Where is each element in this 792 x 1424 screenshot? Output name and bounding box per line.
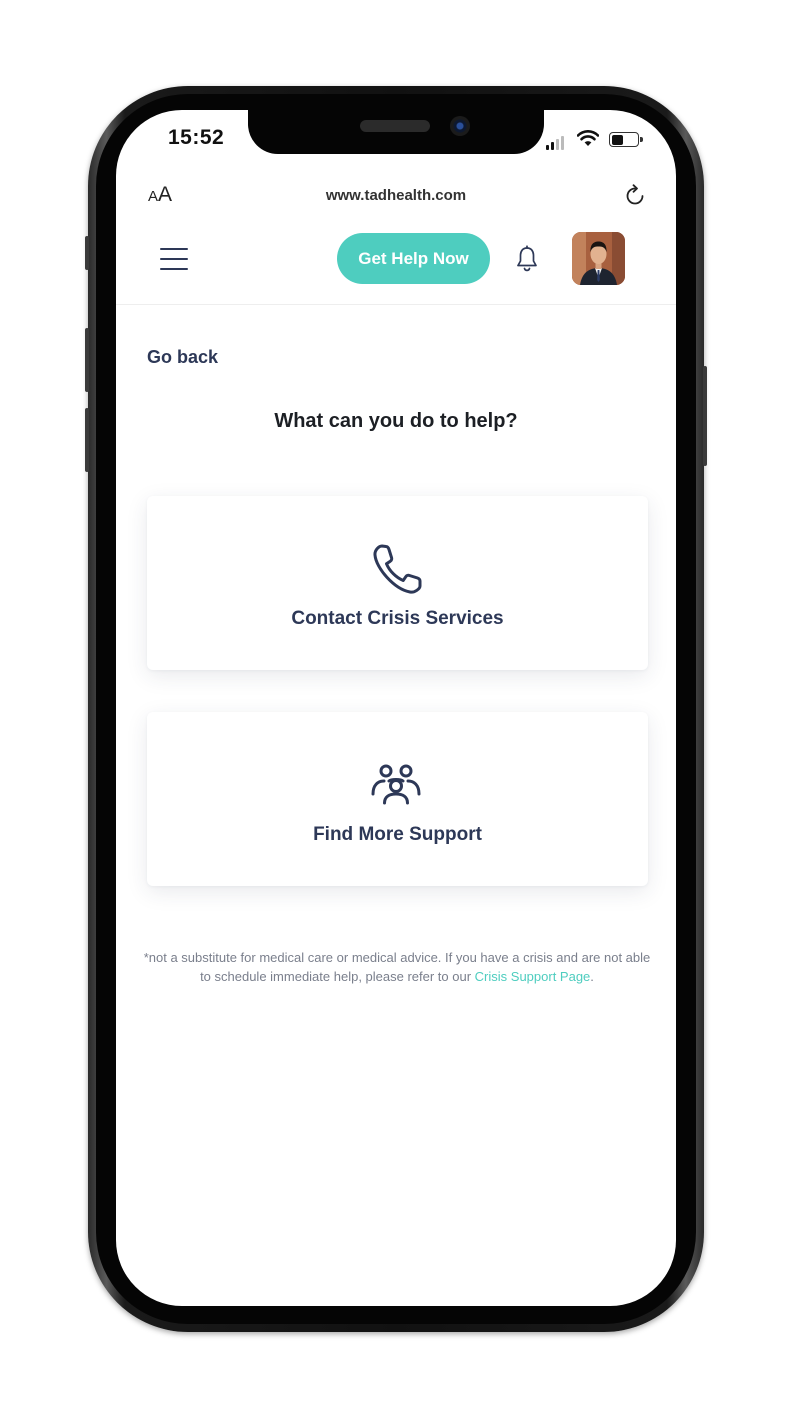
mute-switch: [85, 236, 89, 270]
reload-icon[interactable]: [622, 183, 648, 214]
disclaimer-text: *not a substitute for medical care or me…: [140, 948, 654, 986]
address-bar-url[interactable]: www.tadhealth.com: [280, 187, 512, 204]
screenshot-stage: 15:52 AA www.tadhealth.com Get Help Now: [0, 0, 792, 1424]
find-more-support-card[interactable]: Find More Support: [147, 712, 648, 886]
volume-up-button: [85, 328, 89, 392]
header-divider: [116, 304, 676, 305]
battery-icon: [609, 132, 643, 147]
disclaimer-period: .: [590, 969, 594, 984]
phone-screen: [116, 110, 676, 1306]
go-back-link[interactable]: Go back: [147, 347, 218, 368]
user-avatar[interactable]: [572, 232, 625, 285]
text-size-large-a: A: [158, 183, 173, 206]
contact-crisis-services-label: Contact Crisis Services: [291, 608, 504, 629]
page-title: What can you do to help?: [274, 410, 518, 432]
wifi-icon: [576, 130, 600, 152]
phone-icon: [147, 541, 648, 597]
front-camera: [450, 116, 470, 136]
crisis-support-page-link[interactable]: Crisis Support Page: [475, 969, 591, 984]
power-button: [703, 366, 707, 466]
earpiece-speaker: [360, 120, 430, 132]
find-more-support-label: Find More Support: [313, 824, 482, 845]
contact-crisis-services-card[interactable]: Contact Crisis Services: [147, 496, 648, 670]
status-time: 15:52: [168, 126, 225, 149]
hamburger-menu-icon[interactable]: [160, 248, 188, 270]
cellular-signal-icon: [546, 132, 566, 150]
get-help-now-button[interactable]: Get Help Now: [337, 233, 490, 284]
text-size-small-a: A: [148, 188, 159, 205]
volume-down-button: [85, 408, 89, 472]
text-size-button[interactable]: AA: [148, 183, 172, 207]
group-icon: [147, 762, 648, 806]
notification-bell-icon[interactable]: [514, 245, 540, 278]
